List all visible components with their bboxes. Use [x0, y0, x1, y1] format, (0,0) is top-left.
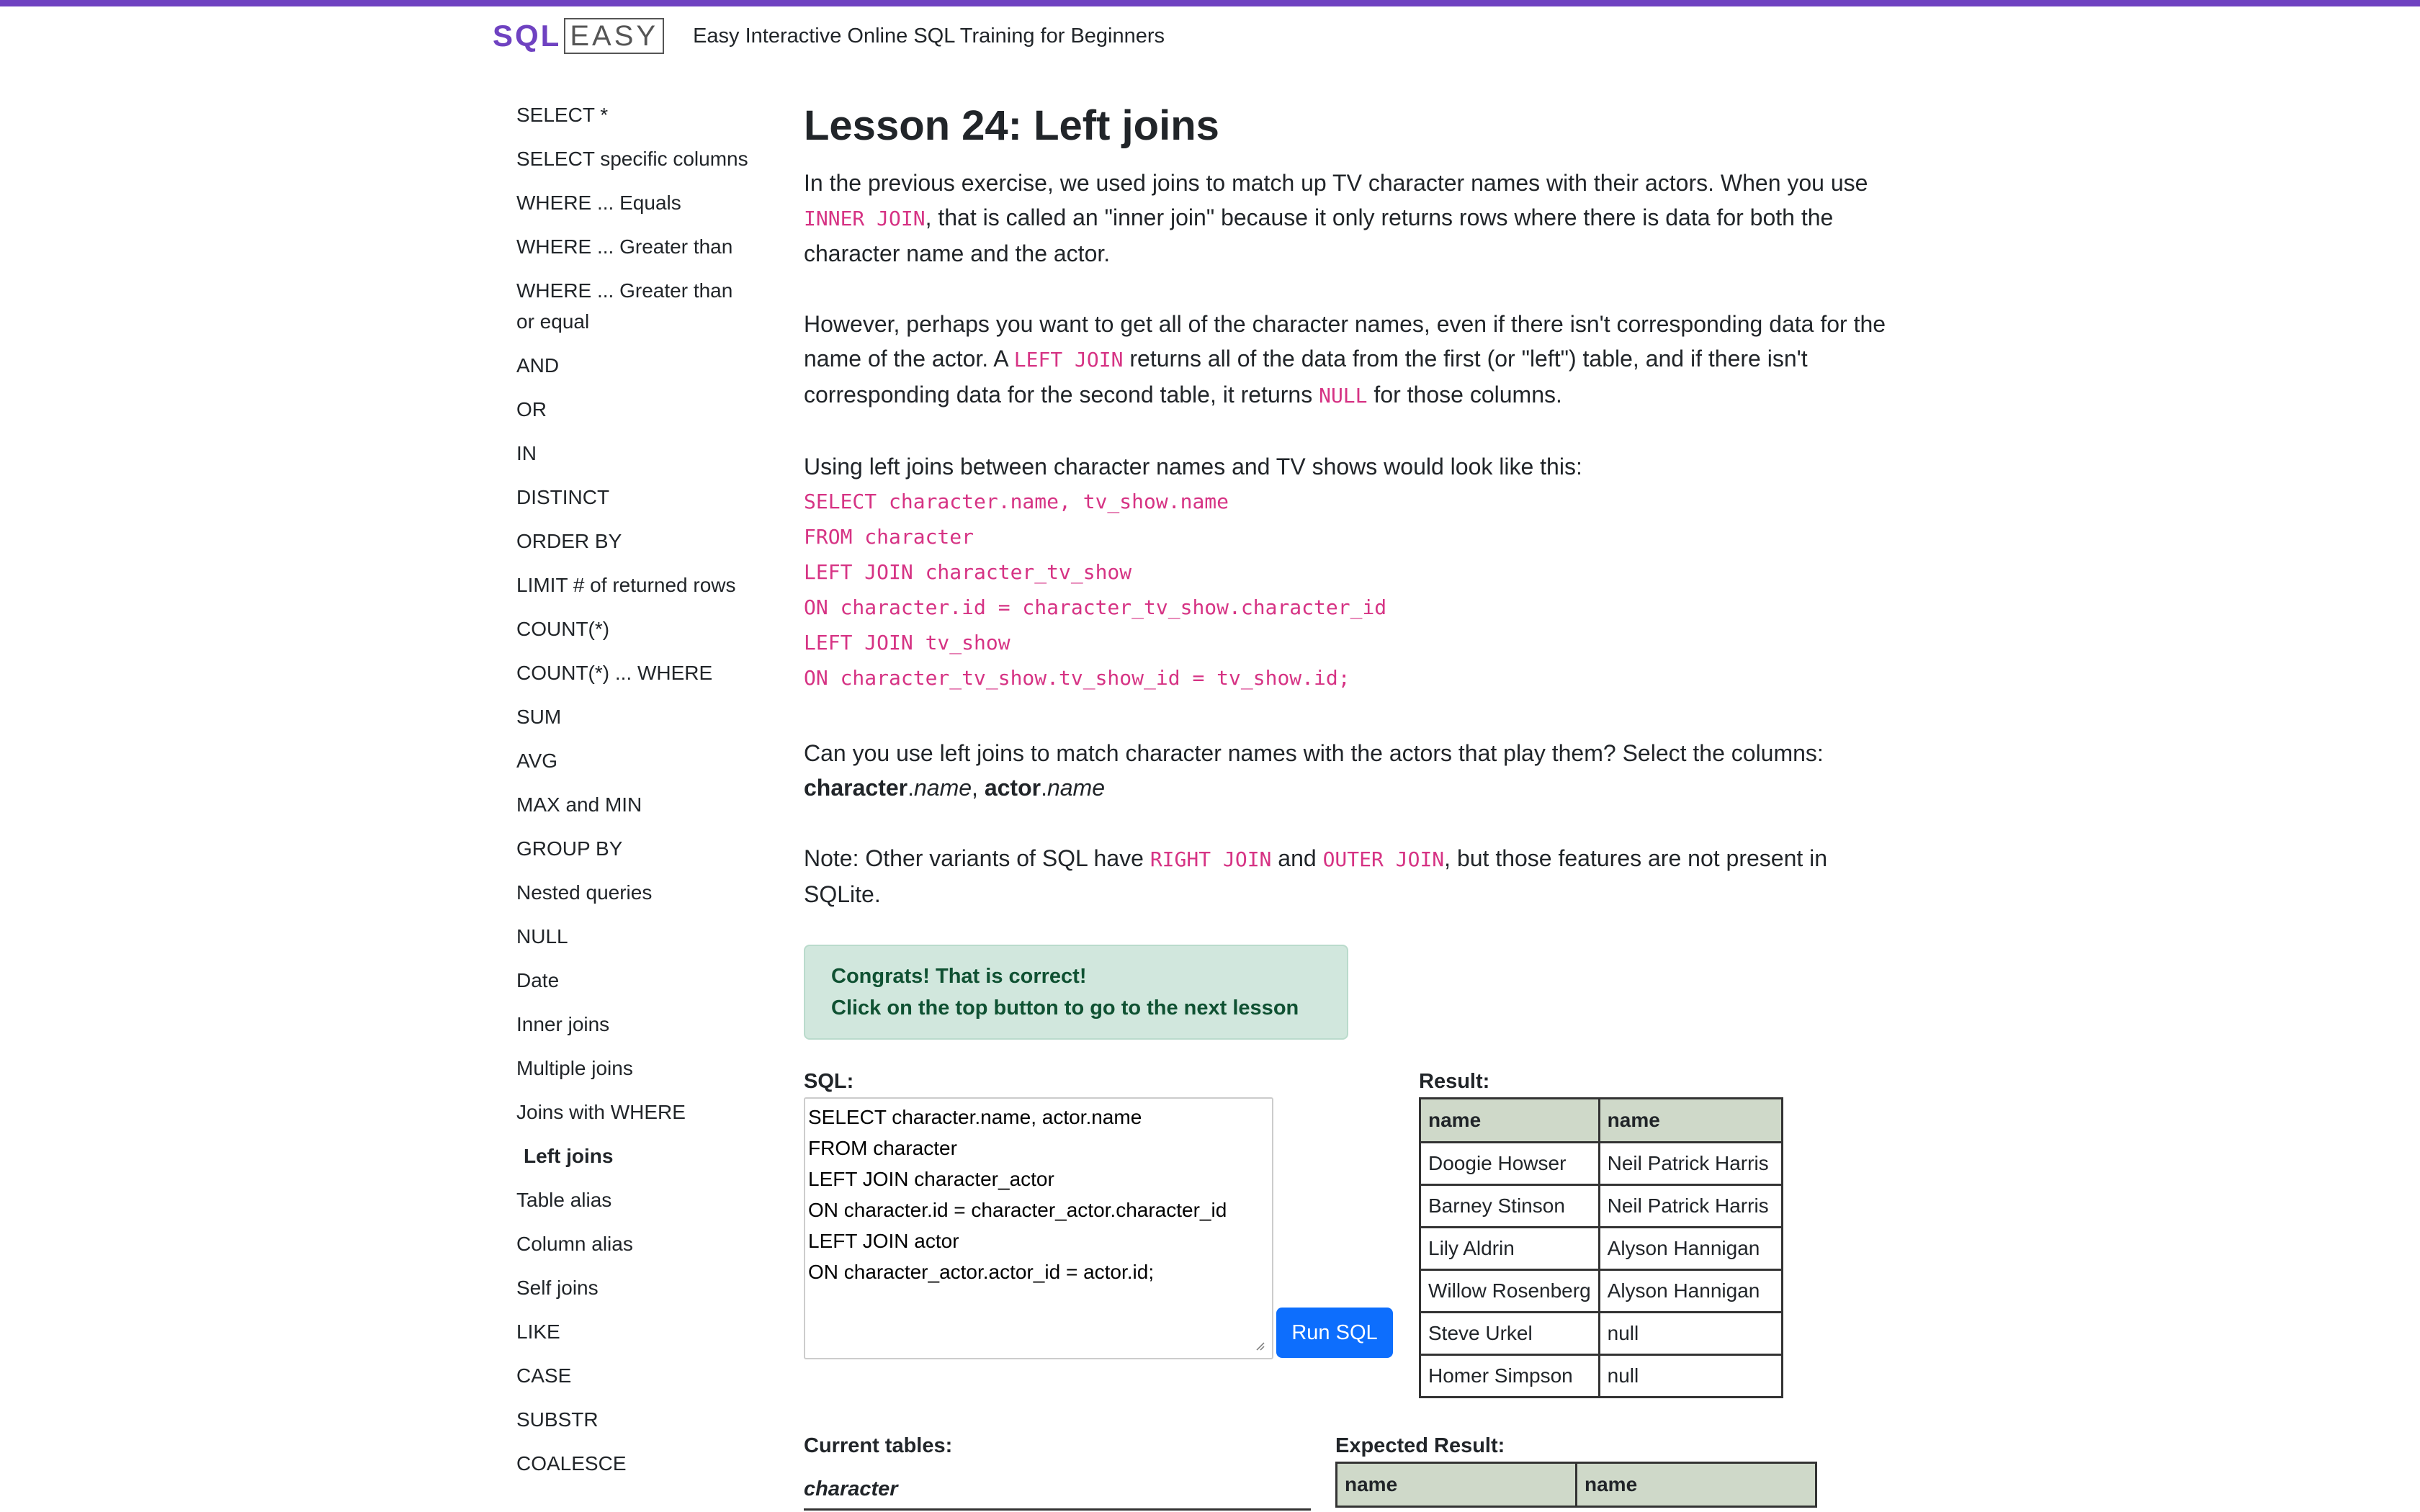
table-header-row: name name — [1335, 1462, 1817, 1508]
table-row: Willow Rosenberg Alyson Hannigan — [1419, 1269, 1783, 1313]
sidebar-item-substr[interactable]: SUBSTR — [516, 1404, 754, 1435]
sidebar-item-group-by[interactable]: GROUP BY — [516, 833, 754, 864]
table-cell: null — [1597, 1354, 1783, 1398]
sidebar-item-inner-joins[interactable]: Inner joins — [516, 1009, 754, 1040]
sidebar-item-distinct[interactable]: DISTINCT — [516, 482, 754, 513]
sidebar-item-select-columns[interactable]: SELECT specific columns — [516, 143, 754, 174]
sql-label: SQL: — [804, 1070, 854, 1093]
sidebar-item-null[interactable]: NULL — [516, 921, 754, 952]
next-lesson-hint: Click on the top button to go to the nex… — [831, 996, 1299, 1020]
inline-code-left-join: LEFT JOIN — [1013, 348, 1124, 372]
code-line: ON character_tv_show.tv_show_id = tv_sho… — [804, 666, 1350, 690]
lesson-title: Lesson 24: Left joins — [804, 102, 1219, 149]
table-cell: null — [1597, 1311, 1783, 1356]
site-tagline: Easy Interactive Online SQL Training for… — [693, 24, 1165, 48]
code-line: LEFT JOIN tv_show — [804, 631, 1010, 654]
sql-editor[interactable]: SELECT character.name, actor.name FROM c… — [804, 1097, 1273, 1359]
lesson-paragraph-left-join: However, perhaps you want to get all of … — [804, 311, 1886, 408]
column-header: name — [1597, 1097, 1783, 1143]
success-alert: Congrats! That is correct! Click on the … — [804, 945, 1348, 1040]
lesson-paragraph-task: Can you use left joins to match characte… — [804, 740, 1824, 801]
table-cell: Neil Patrick Harris — [1597, 1184, 1783, 1228]
table-row: Steve Urkel null — [1419, 1311, 1783, 1356]
result-label: Result: — [1419, 1070, 1490, 1093]
sidebar-item-case[interactable]: CASE — [516, 1360, 754, 1391]
column-header: name — [1575, 1462, 1817, 1508]
example-code-block: SELECT character.name, tv_show.name FROM… — [804, 484, 1899, 696]
sidebar-item-multiple-joins[interactable]: Multiple joins — [516, 1053, 754, 1084]
code-line: LEFT JOIN character_tv_show — [804, 560, 1132, 584]
sidebar-item-count-where[interactable]: COUNT(*) ... WHERE — [516, 657, 754, 688]
logo-sql-text: SQL — [493, 19, 562, 53]
sidebar-item-coalesce[interactable]: COALESCE — [516, 1448, 754, 1479]
sidebar-item-sum[interactable]: SUM — [516, 701, 754, 732]
code-line: FROM character — [804, 525, 974, 549]
result-table: name name Doogie Howser Neil Patrick Harr… — [1419, 1097, 1783, 1398]
table-cell: Alyson Hannigan — [1597, 1226, 1783, 1271]
sidebar-item-table-alias[interactable]: Table alias — [516, 1184, 754, 1215]
site-header: SQL EASY Easy Interactive Online SQL Tra… — [493, 16, 1165, 56]
table-cell: Steve Urkel — [1419, 1311, 1600, 1356]
column-header: name — [1335, 1462, 1577, 1508]
current-tables-label: Current tables: — [804, 1434, 953, 1457]
lesson-paragraph-inner-join: In the previous exercise, we used joins … — [804, 170, 1868, 266]
expected-result-table: name name — [1335, 1462, 1817, 1508]
logo-easy-text: EASY — [564, 18, 665, 54]
sidebar-item-date[interactable]: Date — [516, 965, 754, 996]
sidebar-item-column-alias[interactable]: Column alias — [516, 1228, 754, 1259]
sidebar-item-self-joins[interactable]: Self joins — [516, 1272, 754, 1303]
resize-handle-icon[interactable] — [1255, 1341, 1265, 1351]
lesson-paragraph-note: Note: Other variants of SQL have RIGHT J… — [804, 845, 1828, 907]
sql-workspace: SQL: SELECT character.name, actor.name F… — [804, 1070, 1899, 1430]
expected-result-label: Expected Result: — [1335, 1434, 1505, 1457]
table-row: Lily Aldrin Alyson Hannigan — [1419, 1226, 1783, 1271]
inline-code-right-join: RIGHT JOIN — [1150, 847, 1272, 871]
table-cell: Willow Rosenberg — [1419, 1269, 1600, 1313]
lesson-paragraph-example-intro: Using left joins between character names… — [804, 454, 1582, 480]
inline-code-null: NULL — [1319, 384, 1368, 408]
sidebar-item-in[interactable]: IN — [516, 438, 754, 469]
table-row: Doogie Howser Neil Patrick Harris — [1419, 1141, 1783, 1186]
table-cell: Neil Patrick Harris — [1597, 1141, 1783, 1186]
code-line: ON character.id = character_tv_show.char… — [804, 595, 1387, 619]
sidebar-item-like[interactable]: LIKE — [516, 1316, 754, 1347]
table-row: Homer Simpson null — [1419, 1354, 1783, 1398]
sidebar-item-limit[interactable]: LIMIT # of returned rows — [516, 570, 754, 600]
sidebar-item-nested-queries[interactable]: Nested queries — [516, 877, 754, 908]
table-cell: Doogie Howser — [1419, 1141, 1600, 1186]
code-line: SELECT character.name, tv_show.name — [804, 490, 1229, 513]
sidebar-item-where-equals[interactable]: WHERE ... Equals — [516, 187, 754, 218]
sidebar-item-order-by[interactable]: ORDER BY — [516, 526, 754, 557]
run-sql-button[interactable]: Run SQL — [1276, 1308, 1393, 1358]
sidebar-item-joins-where[interactable]: Joins with WHERE — [516, 1097, 754, 1128]
column-header: name — [1419, 1097, 1600, 1143]
table-cell: Barney Stinson — [1419, 1184, 1600, 1228]
table-name-character: character — [804, 1477, 898, 1500]
sidebar-item-where-greater[interactable]: WHERE ... Greater than — [516, 231, 754, 262]
inline-code-outer-join: OUTER JOIN — [1322, 847, 1445, 871]
inline-code-inner-join: INNER JOIN — [804, 207, 926, 230]
sidebar-item-max-min[interactable]: MAX and MIN — [516, 789, 754, 820]
table-header-row: name name — [1419, 1097, 1783, 1143]
lesson-content: Lesson 24: Left joins In the previous ex… — [804, 96, 1899, 1430]
logo[interactable]: SQL EASY — [493, 16, 665, 56]
sidebar-item-left-joins[interactable]: Left joins — [516, 1140, 754, 1171]
table-cell: Homer Simpson — [1419, 1354, 1600, 1398]
table-cell: Lily Aldrin — [1419, 1226, 1600, 1271]
lesson-sidebar: SELECT * SELECT specific columns WHERE .… — [516, 99, 754, 1492]
sidebar-item-and[interactable]: AND — [516, 350, 754, 381]
sidebar-item-select-all[interactable]: SELECT * — [516, 99, 754, 130]
table-row: Barney Stinson Neil Patrick Harris — [1419, 1184, 1783, 1228]
table-top-border — [804, 1508, 1311, 1511]
sidebar-item-or[interactable]: OR — [516, 394, 754, 425]
sidebar-item-count[interactable]: COUNT(*) — [516, 613, 754, 644]
sidebar-item-where-greater-equal[interactable]: WHERE ... Greater than or equal — [516, 275, 754, 337]
sidebar-item-avg[interactable]: AVG — [516, 745, 754, 776]
top-accent-bar — [0, 0, 2420, 6]
table-cell: Alyson Hannigan — [1597, 1269, 1783, 1313]
success-message: Congrats! That is correct! — [831, 965, 1087, 988]
